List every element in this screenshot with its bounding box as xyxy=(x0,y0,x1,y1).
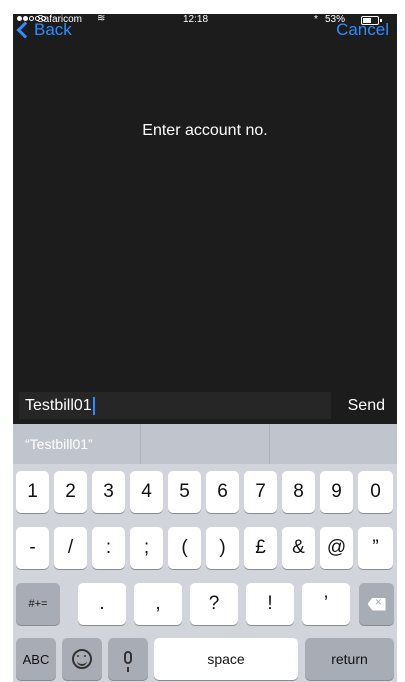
key-9[interactable]: 9 xyxy=(320,471,353,513)
key-8[interactable]: 8 xyxy=(282,471,315,513)
key-question[interactable]: ? xyxy=(190,583,238,625)
suggestion-bar: “Testbill01” xyxy=(13,424,397,464)
keyboard-row-symbols: - / : ; ( ) £ & @ ” xyxy=(13,527,397,571)
abc-key[interactable]: ABC xyxy=(16,638,56,680)
key-close-paren[interactable]: ) xyxy=(206,527,239,569)
key-slash[interactable]: / xyxy=(54,527,87,569)
keyboard-row-numbers: 1 2 3 4 5 6 7 8 9 0 xyxy=(13,471,397,515)
emoji-key[interactable] xyxy=(62,638,102,680)
key-ampersand[interactable]: & xyxy=(282,527,315,569)
emoji-icon xyxy=(72,649,92,669)
key-colon[interactable]: : xyxy=(92,527,125,569)
prompt-text: Enter account no. xyxy=(142,122,268,139)
keyboard: “Testbill01” 1 2 3 4 5 6 7 8 9 0 - / : ;… xyxy=(13,424,397,682)
key-7[interactable]: 7 xyxy=(244,471,277,513)
back-button[interactable]: Back xyxy=(15,20,72,40)
account-number-input[interactable]: Testbill01 xyxy=(19,392,331,419)
suggestion-2[interactable] xyxy=(141,424,270,464)
key-5[interactable]: 5 xyxy=(168,471,201,513)
text-caret xyxy=(92,396,95,415)
keyboard-row-punctuation: #+= . , ? ! ’ xyxy=(13,583,397,627)
back-label: Back xyxy=(34,20,72,39)
key-comma[interactable]: , xyxy=(134,583,182,625)
key-4[interactable]: 4 xyxy=(130,471,163,513)
phone-screen: Safaricom ≋ 12:18 * 53% Back Cancel Ente… xyxy=(13,14,397,682)
key-exclamation[interactable]: ! xyxy=(246,583,294,625)
backspace-key[interactable] xyxy=(359,583,394,625)
key-quote[interactable]: ” xyxy=(358,527,393,569)
keyboard-row-bottom: ABC space return xyxy=(13,638,397,682)
space-key[interactable]: space xyxy=(154,638,298,680)
microphone-key[interactable] xyxy=(108,638,148,680)
key-semicolon[interactable]: ; xyxy=(130,527,163,569)
key-1[interactable]: 1 xyxy=(16,471,49,513)
key-2[interactable]: 2 xyxy=(54,471,87,513)
key-6[interactable]: 6 xyxy=(206,471,239,513)
bluetooth-icon: * xyxy=(314,14,318,25)
key-0[interactable]: 0 xyxy=(358,471,393,513)
key-3[interactable]: 3 xyxy=(92,471,125,513)
suggestion-3[interactable] xyxy=(270,424,397,464)
chevron-left-icon xyxy=(16,21,34,39)
key-at[interactable]: @ xyxy=(320,527,353,569)
more-symbols-key[interactable]: #+= xyxy=(16,583,60,625)
key-hyphen[interactable]: - xyxy=(16,527,49,569)
key-pound[interactable]: £ xyxy=(244,527,277,569)
microphone-icon xyxy=(124,650,132,672)
input-bar: Testbill01 Send xyxy=(13,390,397,422)
wifi-icon: ≋ xyxy=(97,14,106,24)
suggestion-1[interactable]: “Testbill01” xyxy=(13,424,142,464)
backspace-icon xyxy=(367,597,386,611)
status-time: 12:18 xyxy=(183,14,209,25)
cancel-button[interactable]: Cancel xyxy=(336,20,389,40)
key-open-paren[interactable]: ( xyxy=(168,527,201,569)
key-period[interactable]: . xyxy=(78,583,126,625)
send-button[interactable]: Send xyxy=(348,397,385,415)
key-apostrophe[interactable]: ’ xyxy=(302,583,350,625)
input-value: Testbill01 xyxy=(25,397,92,414)
return-key[interactable]: return xyxy=(305,638,394,680)
